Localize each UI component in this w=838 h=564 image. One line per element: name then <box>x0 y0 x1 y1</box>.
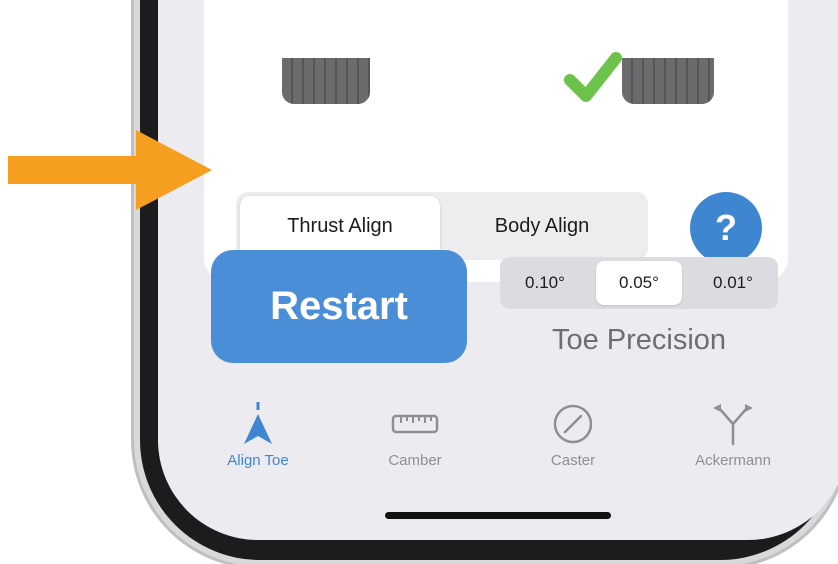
caster-gauge-icon <box>553 404 593 444</box>
ackermann-icon <box>713 404 753 446</box>
alignment-card: Thrust Align Body Align ? <box>204 0 788 282</box>
toe-precision-label: Toe Precision <box>551 324 727 356</box>
tab-label: Camber <box>388 452 442 469</box>
left-wheel-icon <box>282 58 370 104</box>
home-indicator <box>385 512 611 519</box>
restart-button[interactable]: Restart <box>211 250 467 363</box>
tab-align-toe[interactable]: Align Toe <box>193 398 323 478</box>
help-button[interactable]: ? <box>690 192 762 264</box>
tab-label: Ackermann <box>695 452 771 469</box>
tab-ackermann[interactable]: Ackermann <box>668 398 798 478</box>
tab-label: Align Toe <box>227 452 289 469</box>
checkmark-icon <box>564 52 622 102</box>
orange-arrow-icon <box>8 130 212 210</box>
thrust-align-option[interactable]: Thrust Align <box>240 196 440 256</box>
align-toe-icon <box>244 402 272 444</box>
tab-bar: Align Toe Camber Caster Ackermann <box>178 398 818 478</box>
precision-option-0-01[interactable]: 0.01° <box>690 261 776 305</box>
tab-label: Caster <box>550 452 596 469</box>
right-wheel-icon <box>622 58 714 104</box>
screenshot-stage: Thrust Align Body Align ? Restart 0.10° … <box>0 0 838 564</box>
body-align-option[interactable]: Body Align <box>442 196 642 256</box>
precision-option-0-05[interactable]: 0.05° <box>596 261 682 305</box>
precision-option-0-10[interactable]: 0.10° <box>502 261 588 305</box>
tab-caster[interactable]: Caster <box>508 398 638 478</box>
phone-screen: Thrust Align Body Align ? Restart 0.10° … <box>158 0 838 540</box>
toe-precision-segmented-control: 0.10° 0.05° 0.01° <box>500 257 778 309</box>
tab-camber[interactable]: Camber <box>350 398 480 478</box>
ruler-icon <box>391 414 439 434</box>
